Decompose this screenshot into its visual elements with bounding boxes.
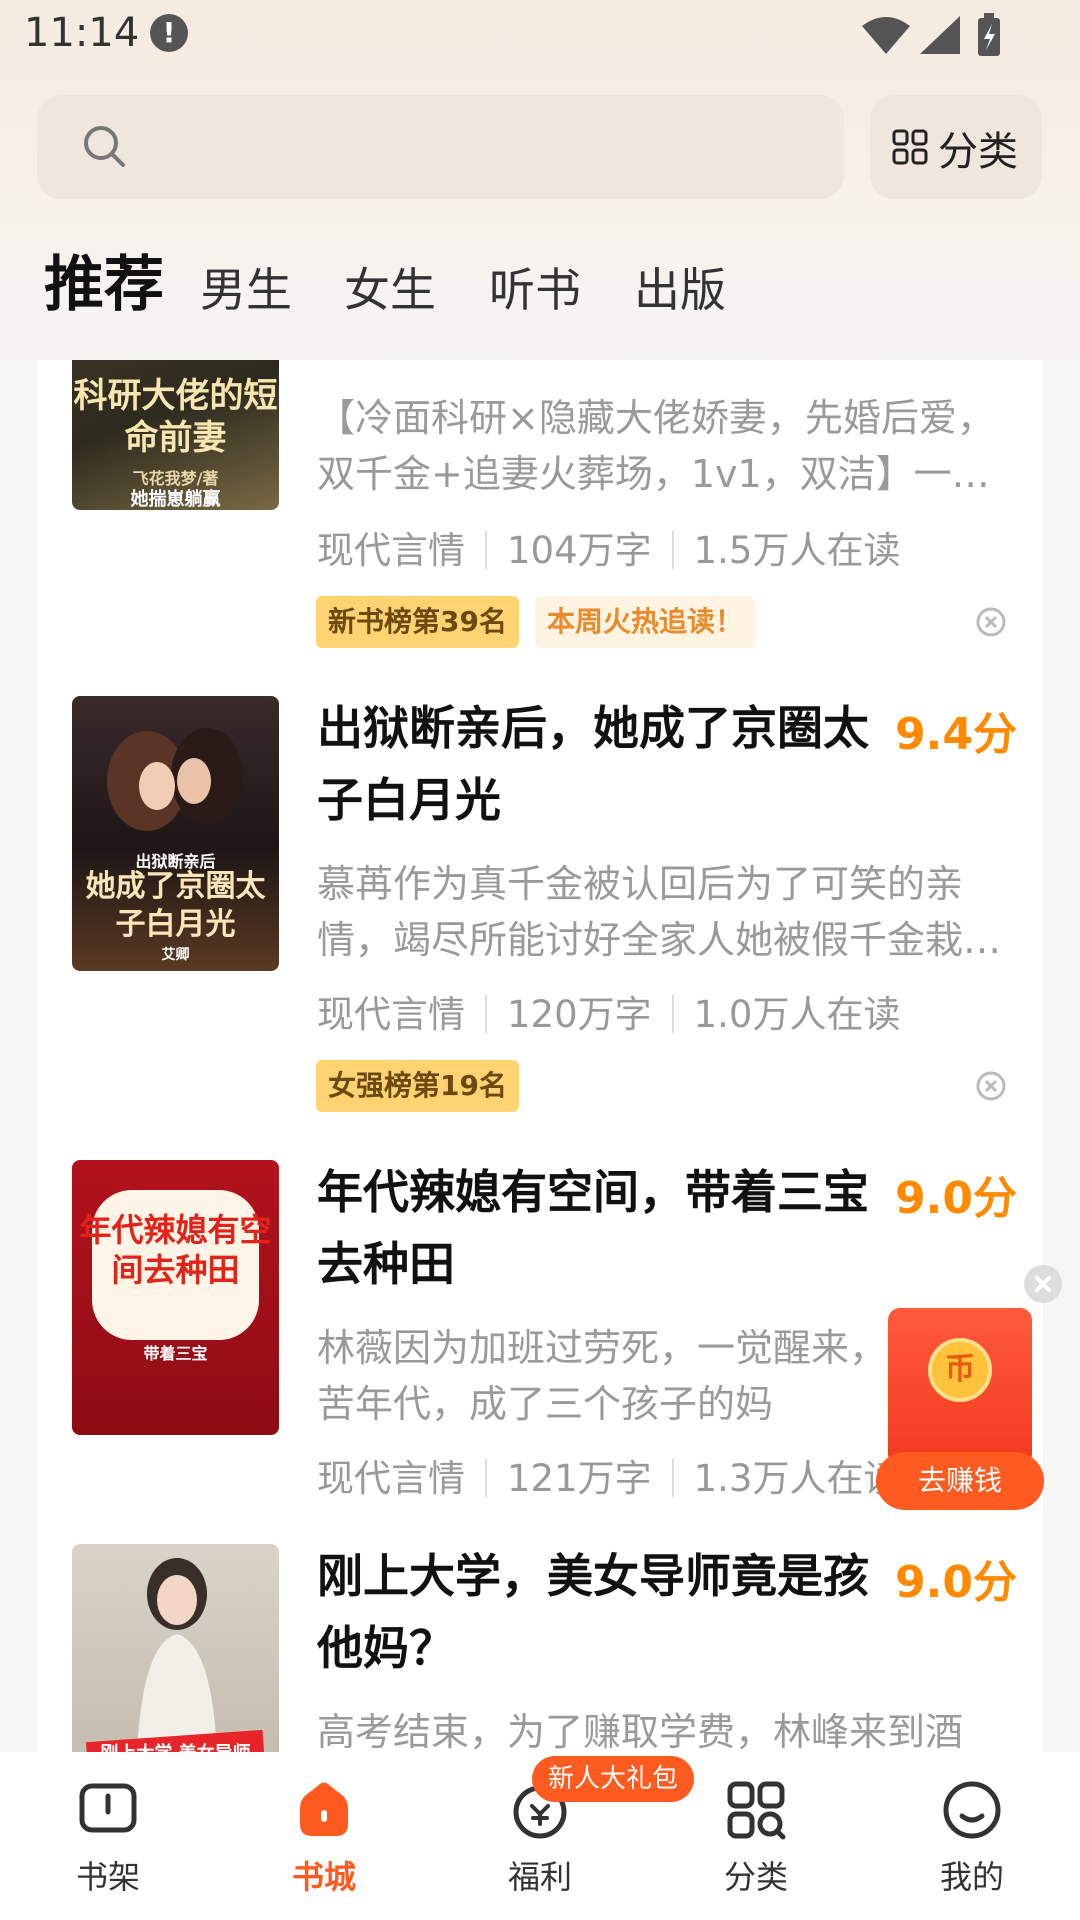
bookshelf-icon xyxy=(79,1783,137,1833)
red-envelope-reward[interactable]: 币 xyxy=(888,1308,1032,1466)
book-description: 【冷面科研×隐藏大佬娇妻，先婚后爱，双千金+追妻火葬场，1v1，双洁】一… xyxy=(317,396,995,496)
book-cover[interactable]: 科研大佬的短命前妻 飞花我梦/著 她揣崽躺赢 xyxy=(72,360,279,510)
book-readers: 1.3万人在读 xyxy=(693,1457,901,1500)
category-button-label: 分类 xyxy=(938,129,1018,175)
nav-bookshelf[interactable]: 书架 xyxy=(0,1752,216,1920)
meta-divider xyxy=(485,531,487,569)
status-time: 11:14 xyxy=(24,10,140,56)
exclamation-icon: ! xyxy=(150,14,188,52)
book-meta: 现代言情 121万字 1.3万人在读 xyxy=(317,1448,900,1502)
grid-icon xyxy=(892,129,928,165)
book-title[interactable]: 年代辣媳有空间，带着三宝去种田 xyxy=(317,1156,877,1300)
bookstore-icon xyxy=(300,1782,348,1836)
status-icons xyxy=(862,13,1000,56)
meta-divider xyxy=(671,1459,674,1497)
tab-female[interactable]: 女生 xyxy=(344,254,436,320)
cover-figure xyxy=(137,1558,217,1752)
cover-art xyxy=(72,726,279,836)
tab-audiobook[interactable]: 听书 xyxy=(489,254,581,320)
rank-badge: 女强榜第19名 xyxy=(316,1060,519,1112)
dismiss-icon[interactable] xyxy=(975,1070,1007,1102)
cover-author: 艾卿 xyxy=(161,947,190,963)
search-bar[interactable] xyxy=(37,95,844,199)
tab-publishing[interactable]: 出版 xyxy=(634,254,726,320)
earn-money-button[interactable]: 去赚钱 xyxy=(876,1452,1044,1510)
hot-badge: 本周火热追读！ xyxy=(535,596,756,648)
profile-icon xyxy=(943,1781,1001,1839)
close-icon xyxy=(1035,1276,1051,1292)
meta-divider xyxy=(671,531,674,569)
cover-title: 科研大佬的短命前妻 xyxy=(73,376,278,458)
newbie-gift-badge[interactable]: 新人大礼包 xyxy=(532,1756,695,1802)
status-bar: 11:14 ! xyxy=(0,0,1080,72)
book-description: 慕苒作为真千金被认回后为了可笑的亲情，竭尽所能讨好全家人她被假千金栽… xyxy=(317,862,1002,962)
nav-label: 福利 xyxy=(507,1858,572,1896)
meta-divider xyxy=(671,995,674,1033)
reward-close-button[interactable] xyxy=(1024,1265,1062,1303)
book-word-count: 121万字 xyxy=(507,1457,652,1500)
dismiss-icon[interactable] xyxy=(975,606,1007,638)
cover-subtitle: 带着三宝 xyxy=(143,1344,208,1363)
book-readers: 1.0万人在读 xyxy=(693,993,901,1036)
category-icon xyxy=(727,1781,786,1840)
nav-profile[interactable]: 我的 xyxy=(864,1752,1080,1920)
book-score: 9.0分 xyxy=(895,1557,1017,1608)
book-category: 现代言情 xyxy=(317,993,465,1036)
signal-icon xyxy=(920,16,960,54)
battery-charging-icon xyxy=(978,13,1000,56)
couple-illustration xyxy=(107,728,243,831)
book-cover[interactable]: 刚上大学 美女导师 xyxy=(72,1544,279,1752)
book-title[interactable]: 刚上大学，美女导师竟是孩他妈？ xyxy=(317,1540,877,1684)
rank-badge: 新书榜第39名 xyxy=(316,596,519,648)
book-feed: 科研大佬的短命前妻 飞花我梦/著 她揣崽躺赢 【冷面科研×隐藏大佬娇妻，先婚后爱… xyxy=(37,360,1043,1752)
search-icon xyxy=(84,126,125,167)
book-readers: 1.5万人在读 xyxy=(693,529,901,572)
nav-label: 书架 xyxy=(75,1858,140,1896)
cover-title: 年代辣媳有空间去种田 xyxy=(79,1211,272,1289)
nav-label: 分类 xyxy=(723,1858,788,1896)
wifi-icon xyxy=(862,17,910,54)
book-category: 现代言情 xyxy=(317,529,465,572)
book-meta: 现代言情 104万字 1.5万人在读 xyxy=(317,520,900,574)
nav-label: 书城 xyxy=(291,1858,356,1896)
book-category: 现代言情 xyxy=(317,1457,465,1500)
book-description: 高考结束，为了赚取学费，林峰来到酒 xyxy=(317,1710,964,1752)
book-title[interactable]: 出狱断亲后，她成了京圈太子白月光 xyxy=(317,692,877,836)
book-cover[interactable]: 出狱断亲后 她成了京圈太子白月光 艾卿 xyxy=(72,696,279,971)
book-word-count: 104万字 xyxy=(507,529,652,572)
category-button[interactable]: 分类 xyxy=(870,95,1042,199)
cover-subtitle: 她揣崽躺赢 xyxy=(130,489,221,510)
tab-male[interactable]: 男生 xyxy=(200,254,292,320)
cover-title: 她成了京圈太子白月光 xyxy=(85,869,266,942)
book-meta: 现代言情 120万字 1.0万人在读 xyxy=(317,984,900,1038)
cover-title: 刚上大学 美女导师 xyxy=(72,1739,279,1752)
coin-icon: 币 xyxy=(928,1338,992,1402)
book-score: 9.0分 xyxy=(895,1173,1017,1224)
book-score: 9.4分 xyxy=(895,709,1017,760)
meta-divider xyxy=(485,995,487,1033)
nav-label: 我的 xyxy=(939,1858,1004,1896)
nav-bookstore[interactable]: 书城 xyxy=(216,1752,432,1920)
meta-divider xyxy=(485,1459,487,1497)
book-word-count: 120万字 xyxy=(507,993,652,1036)
tab-recommend[interactable]: 推荐 xyxy=(44,236,164,323)
book-cover[interactable]: 年代辣媳有空间去种田 带着三宝 xyxy=(72,1160,279,1435)
